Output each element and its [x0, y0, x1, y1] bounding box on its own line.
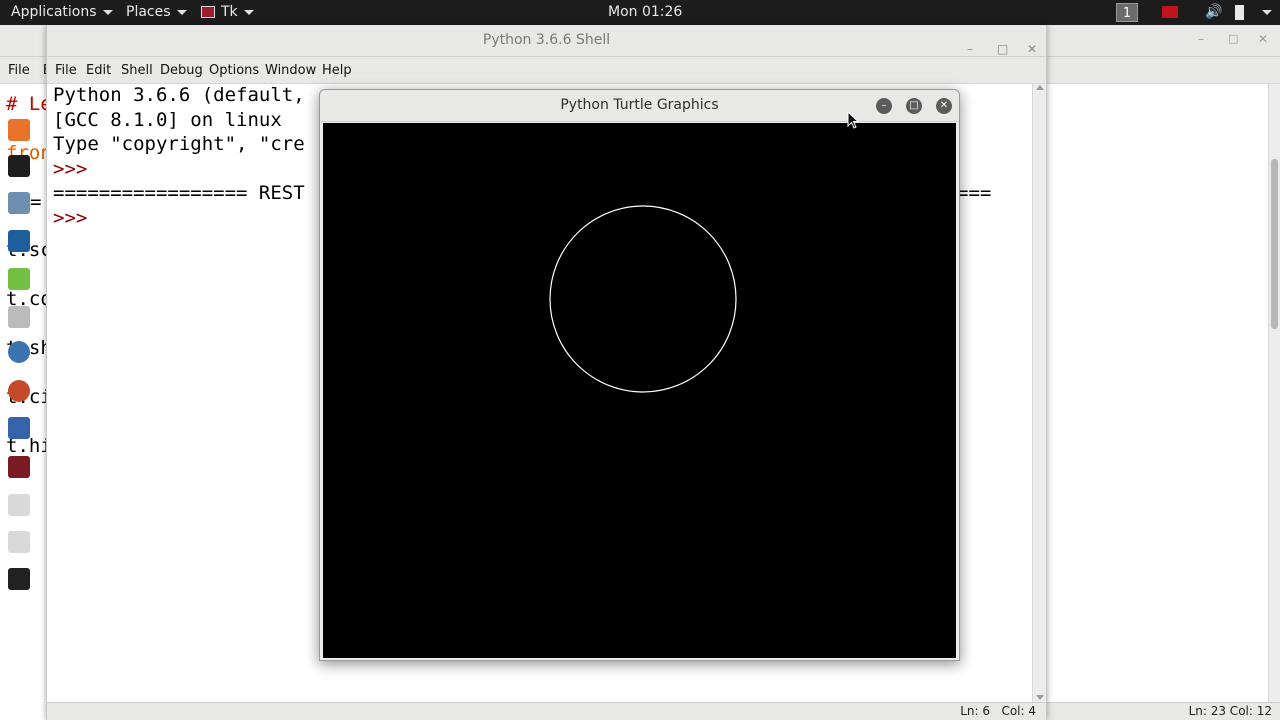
- system-menu-chevron-icon[interactable]: [1262, 10, 1272, 15]
- tk-app-label: Tk: [221, 4, 238, 20]
- shell-menubar: File Edit Shell Debug Options Window Hel…: [47, 57, 1046, 84]
- menu-help[interactable]: Help: [322, 57, 352, 84]
- maltego-icon[interactable]: [8, 417, 30, 439]
- burp-icon[interactable]: [8, 380, 30, 402]
- minimize-icon[interactable]: –: [876, 98, 892, 114]
- files-icon[interactable]: [8, 192, 30, 214]
- software-center-icon[interactable]: [8, 119, 30, 141]
- applications-label: Applications: [11, 4, 97, 20]
- maximize-icon[interactable]: □: [1228, 32, 1238, 45]
- volume-icon[interactable]: 🔊: [1205, 4, 1222, 20]
- menu-file[interactable]: File: [55, 57, 77, 84]
- code-line: =: [30, 191, 42, 213]
- window-title: Python 3.6.6 Shell: [482, 32, 611, 48]
- maximize-icon[interactable]: □: [906, 98, 922, 114]
- shell-line: Python 3.6.6 (default,: [53, 84, 305, 106]
- shell-line: Type "copyright", "cre: [53, 133, 305, 155]
- minimize-icon[interactable]: –: [1198, 32, 1204, 46]
- tk-window-icon[interactable]: [8, 456, 30, 478]
- menu-debug[interactable]: Debug: [160, 57, 203, 84]
- mouse-pointer-icon: [847, 111, 859, 129]
- cursor-position: Ln: 6 Col: 4: [960, 704, 1036, 718]
- code-line: # Le: [6, 93, 52, 115]
- video-icon[interactable]: [8, 568, 30, 590]
- scroll-down-arrow-icon[interactable]: [1036, 695, 1044, 700]
- scroll-up-arrow-icon[interactable]: [1036, 85, 1044, 90]
- menu-window[interactable]: Window: [265, 57, 316, 84]
- gnome-top-bar: Applications Places Tk Mon 01:26 1 🔊: [0, 0, 1280, 25]
- places-menu[interactable]: Places: [126, 0, 187, 25]
- python-file-icon[interactable]: [8, 494, 30, 516]
- shell-titlebar: Python 3.6.6 Shell – □ ✕: [47, 25, 1046, 57]
- terminal-icon[interactable]: [8, 155, 30, 177]
- workspace-indicator[interactable]: 1: [1116, 3, 1138, 22]
- drawn-circle: [549, 205, 737, 393]
- settings-icon[interactable]: [8, 306, 30, 328]
- window-title: Python Turtle Graphics: [560, 97, 719, 113]
- python-icon[interactable]: [8, 341, 30, 363]
- close-icon[interactable]: ✕: [936, 98, 952, 114]
- shell-prompt: >>>: [53, 207, 88, 229]
- close-icon[interactable]: ✕: [1258, 32, 1268, 46]
- menu-file[interactable]: File: [8, 63, 30, 78]
- background-editor-window: – □ ✕ Ln: 23 Col: 12: [1035, 25, 1280, 720]
- status-bar: Ln: 23 Col: 12: [1035, 702, 1280, 720]
- chevron-down-icon: [102, 9, 113, 15]
- clock[interactable]: Mon 01:26: [608, 0, 682, 25]
- turtle-drawing: [549, 205, 737, 393]
- tk-app-menu[interactable]: Tk: [201, 0, 254, 25]
- applications-menu[interactable]: Applications: [11, 0, 113, 25]
- battery-icon[interactable]: [1235, 5, 1244, 20]
- shell-prompt: >>>: [53, 158, 88, 180]
- turtle-canvas[interactable]: [323, 123, 956, 658]
- turtle-titlebar[interactable]: Python Turtle Graphics – □ ✕: [320, 90, 959, 122]
- tk-app-icon: [201, 6, 215, 18]
- chevron-down-icon: [243, 9, 254, 15]
- places-label: Places: [126, 4, 171, 20]
- network-icon[interactable]: [1162, 6, 1178, 18]
- restart-line: ================= REST: [53, 182, 305, 204]
- shell-line: [GCC 8.1.0] on linux: [53, 109, 282, 131]
- background-window-titlebar: – □ ✕: [1035, 25, 1280, 57]
- metasploit-icon[interactable]: [8, 230, 30, 252]
- notes-icon[interactable]: [8, 268, 30, 290]
- menu-shell[interactable]: Shell: [121, 57, 153, 84]
- status-bar: Ln: 6 Col: 4: [47, 702, 1046, 720]
- vertical-scrollbar[interactable]: [1032, 84, 1046, 702]
- menu-options[interactable]: Options: [209, 57, 259, 84]
- menu-edit[interactable]: Edit: [86, 57, 111, 84]
- scrollbar-thumb[interactable]: [1271, 159, 1278, 329]
- restart-line-tail: ===: [957, 182, 992, 204]
- chevron-down-icon: [176, 9, 187, 15]
- vertical-scrollbar[interactable]: [1268, 84, 1280, 702]
- cursor-position: Ln: 23 Col: 12: [1188, 704, 1272, 718]
- turtle-graphics-window: Python Turtle Graphics – □ ✕: [319, 89, 960, 661]
- background-window-menubar: [1035, 57, 1280, 84]
- python-file-icon[interactable]: [8, 531, 30, 553]
